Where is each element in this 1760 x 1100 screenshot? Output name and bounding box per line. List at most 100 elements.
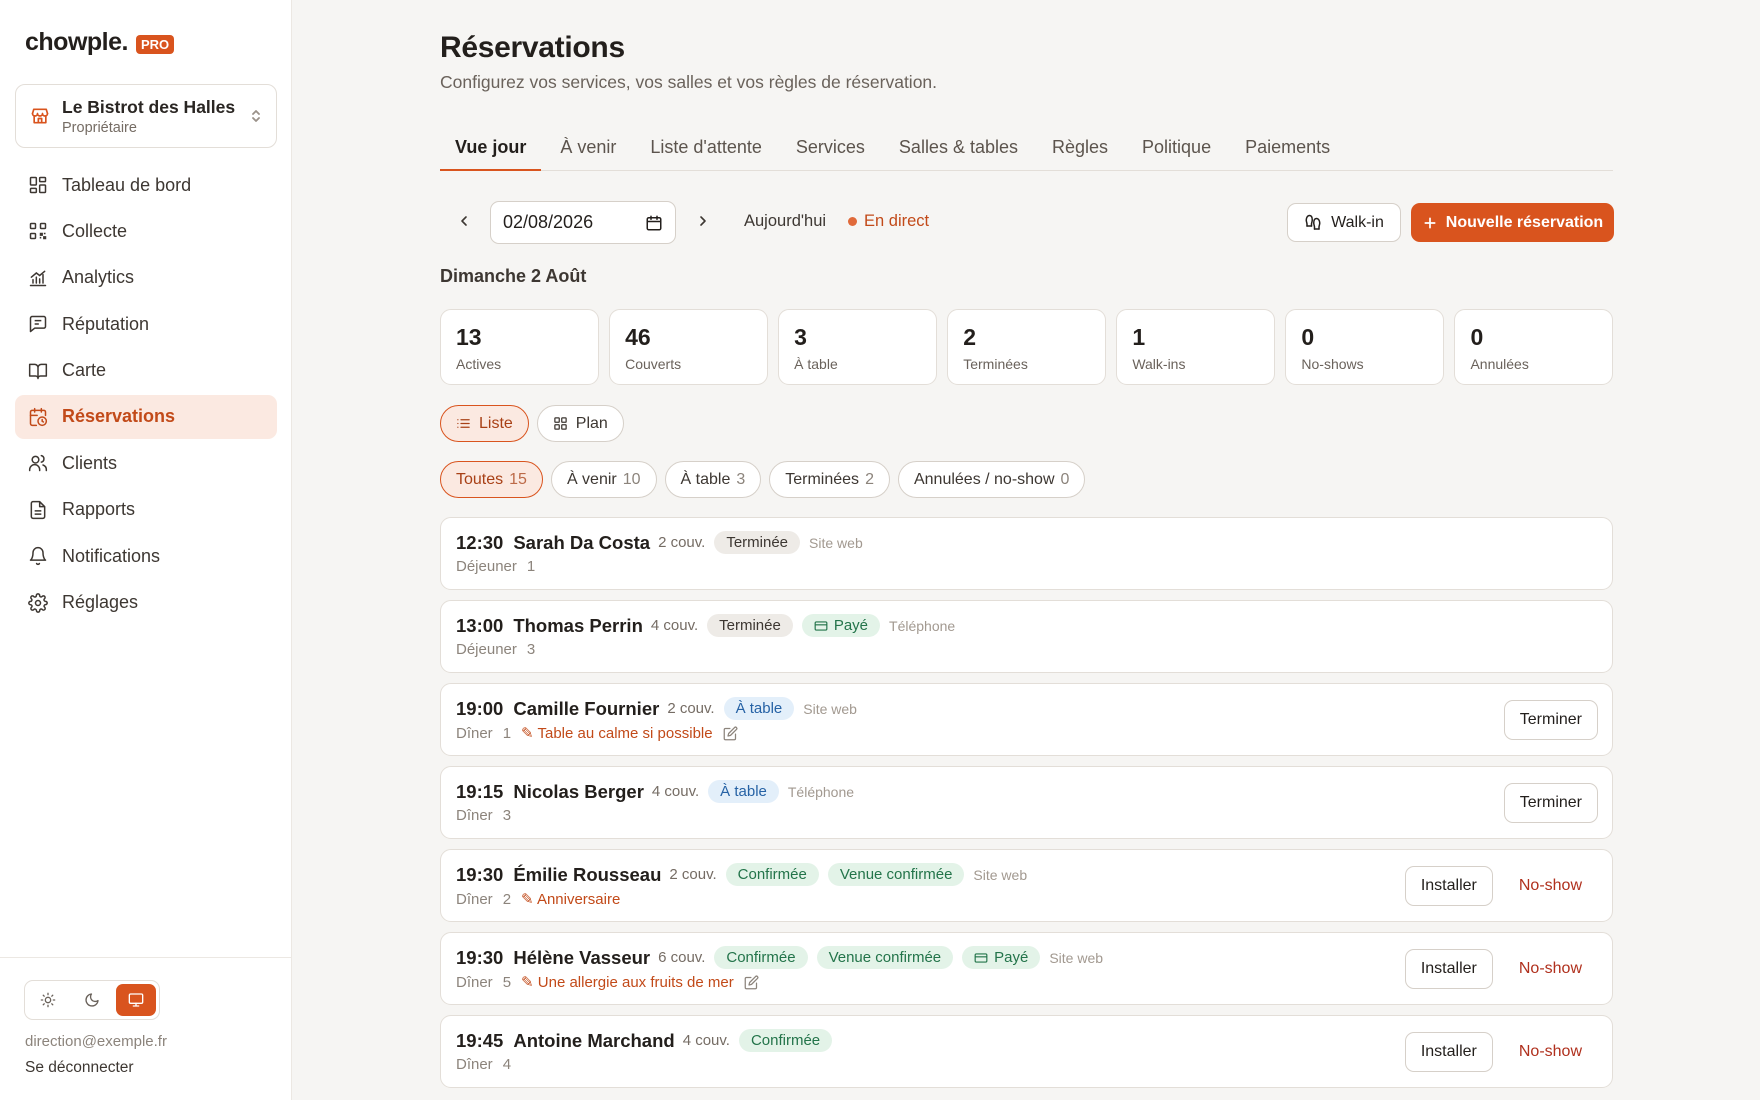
filter-pill[interactable]: À venir 10	[550, 461, 657, 498]
sidebar-item-carte[interactable]: Carte	[15, 349, 277, 393]
tab-salles-tables[interactable]: Salles & tables	[884, 128, 1033, 171]
reservation-time: 19:15	[456, 780, 504, 802]
stat-label: No-shows	[1301, 356, 1364, 372]
sidebar-item-label: Réglages	[62, 592, 139, 613]
stat-card: 46 Couverts	[609, 309, 768, 385]
view-list-button[interactable]: Liste	[440, 405, 529, 442]
reservation-details: Dîner 1 ✎ Table au calme si possible	[456, 724, 738, 742]
reservation-time: 19:00	[456, 697, 504, 719]
guest-name[interactable]: Thomas Perrin	[513, 615, 643, 637]
reservation-header: 19:00 Camille Fournier 2 couv. À table Site …	[456, 697, 857, 720]
installer-button[interactable]: Installer	[1404, 1032, 1493, 1072]
sidebar-item-clients[interactable]: Clients	[15, 441, 277, 485]
walk-in-label: Walk-in	[1331, 213, 1384, 231]
theme-light-button[interactable]	[28, 984, 68, 1016]
logout-link[interactable]: Se déconnecter	[25, 1059, 134, 1077]
no-show-button[interactable]: No-show	[1503, 949, 1598, 989]
reservation-details: Dîner 3	[456, 807, 511, 824]
badge-label: À table	[735, 700, 783, 717]
terminer-button[interactable]: Terminer	[1503, 700, 1598, 740]
guest-name[interactable]: Camille Fournier	[513, 698, 659, 720]
tab-services[interactable]: Services	[781, 128, 880, 171]
view-plan-button[interactable]: Plan	[536, 405, 624, 442]
moon-icon	[85, 993, 99, 1007]
pro-badge: PRO	[135, 35, 175, 54]
sidebar-item-rapports[interactable]: Rapports	[15, 488, 277, 532]
installer-button[interactable]: Installer	[1404, 866, 1493, 906]
today-button[interactable]: Aujourd'hui	[744, 212, 826, 231]
reservation-row[interactable]: 19:30 Émilie Rousseau 2 couv. Confirmée Venu…	[440, 849, 1613, 922]
new-reservation-button[interactable]: Nouvelle réservation	[1411, 203, 1614, 242]
table-number: 3	[526, 641, 536, 658]
stat-value: 3	[794, 324, 807, 350]
cover-count: 4 couv.	[650, 617, 699, 634]
reservation-header: 13:00 Thomas Perrin 4 couv. Terminée Payé Tél…	[456, 614, 955, 637]
calendar-icon	[646, 215, 662, 230]
logo[interactable]: chowple. PRO	[25, 28, 175, 57]
live-dot-icon	[848, 217, 857, 226]
installer-button[interactable]: Installer	[1404, 949, 1493, 989]
sidebar-item-tableau-de-bord[interactable]: Tableau de bord	[15, 163, 277, 207]
tab-paiements[interactable]: Paiements	[1230, 128, 1345, 171]
sidebar-item-reservations[interactable]: Réservations	[15, 394, 277, 439]
sidebar-item-analytics[interactable]: Analytics	[15, 256, 277, 300]
tab-politique[interactable]: Politique	[1127, 128, 1226, 171]
calendar-clock-icon	[28, 407, 48, 427]
guest-name[interactable]: Sarah Da Costa	[513, 532, 650, 554]
date-input[interactable]: 02/08/2026	[490, 201, 676, 244]
previous-day-button[interactable]	[452, 209, 476, 233]
next-day-button[interactable]	[691, 209, 715, 233]
new-reservation-label: Nouvelle réservation	[1445, 213, 1604, 231]
sidebar-item-reglages[interactable]: Réglages	[15, 581, 277, 625]
filter-pill[interactable]: Annulées / no-show 0	[897, 461, 1086, 498]
guest-name[interactable]: Hélène Vasseur	[513, 947, 650, 969]
reservation-row[interactable]: 13:00 Thomas Perrin 4 couv. Terminée Payé Tél…	[440, 600, 1613, 673]
sidebar-item-label: Collecte	[62, 220, 128, 241]
walk-in-button[interactable]: Walk-in	[1287, 203, 1401, 242]
no-show-button[interactable]: No-show	[1503, 866, 1598, 906]
live-indicator: En direct	[848, 212, 929, 231]
tab-vue-jour[interactable]: Vue jour	[440, 128, 542, 171]
no-show-button[interactable]: No-show	[1503, 1032, 1598, 1072]
theme-dark-button[interactable]	[72, 984, 112, 1016]
store-icon	[30, 106, 50, 126]
edit-note-icon[interactable]	[744, 975, 759, 990]
guest-name[interactable]: Antoine Marchand	[513, 1030, 674, 1052]
table-number: 1	[502, 724, 512, 742]
tab-liste-d-attente[interactable]: Liste d'attente	[635, 128, 777, 171]
credit-card-icon	[814, 620, 828, 631]
reservation-time: 19:30	[456, 946, 504, 968]
tab-a-venir[interactable]: À venir	[545, 128, 631, 171]
edit-note-icon[interactable]	[723, 726, 738, 741]
reservation-row[interactable]: 19:45 Antoine Marchand 4 couv. Confirmée Dîn…	[440, 1015, 1613, 1088]
reservation-time: 12:30	[456, 531, 504, 553]
guest-name[interactable]: Émilie Rousseau	[513, 864, 661, 886]
sidebar-item-notifications[interactable]: Notifications	[15, 534, 277, 578]
status-filters: Toutes 15 À venir 10 À table 3 Terminées 2 Annul…	[440, 461, 1086, 498]
tabs: Vue jour À venir Liste d'attente Services Sa…	[440, 128, 1613, 171]
reservation-row[interactable]: 12:30 Sarah Da Costa 2 couv. Terminée Site w…	[440, 517, 1613, 590]
stat-value: 1	[1132, 324, 1146, 350]
sidebar-item-label: Notifications	[62, 545, 161, 566]
filter-pill[interactable]: Toutes 15	[440, 461, 543, 498]
reservation-row[interactable]: 19:15 Nicolas Berger 4 couv. À table Télépho…	[440, 766, 1613, 839]
badge-label: Venue confirmée	[839, 866, 953, 883]
guest-name[interactable]: Nicolas Berger	[513, 781, 644, 803]
filter-pill[interactable]: À table 3	[664, 461, 762, 498]
sidebar-item-reputation[interactable]: Réputation	[15, 302, 277, 346]
cover-count: 4 couv.	[651, 783, 700, 800]
tab-regles[interactable]: Règles	[1037, 128, 1123, 171]
theme-system-button[interactable]	[116, 984, 156, 1016]
message-square-icon	[28, 314, 48, 334]
terminer-button[interactable]: Terminer	[1503, 783, 1598, 823]
reservation-row[interactable]: 19:00 Camille Fournier 2 couv. À table Site …	[440, 683, 1613, 756]
status-badge: À table	[723, 697, 795, 720]
status-badge: Terminée	[707, 614, 793, 637]
view-toggle: Liste Plan	[440, 405, 624, 442]
venue-switcher[interactable]: Le Bistrot des Halles Propriétaire	[15, 84, 277, 148]
reservation-row[interactable]: 19:30 Hélène Vasseur 6 couv. Confirmée Venue…	[440, 932, 1613, 1005]
list-icon	[457, 419, 470, 428]
sidebar-item-collecte[interactable]: Collecte	[15, 209, 277, 253]
filter-pill[interactable]: Terminées 2	[769, 461, 890, 498]
page-title: Réservations	[440, 31, 625, 64]
